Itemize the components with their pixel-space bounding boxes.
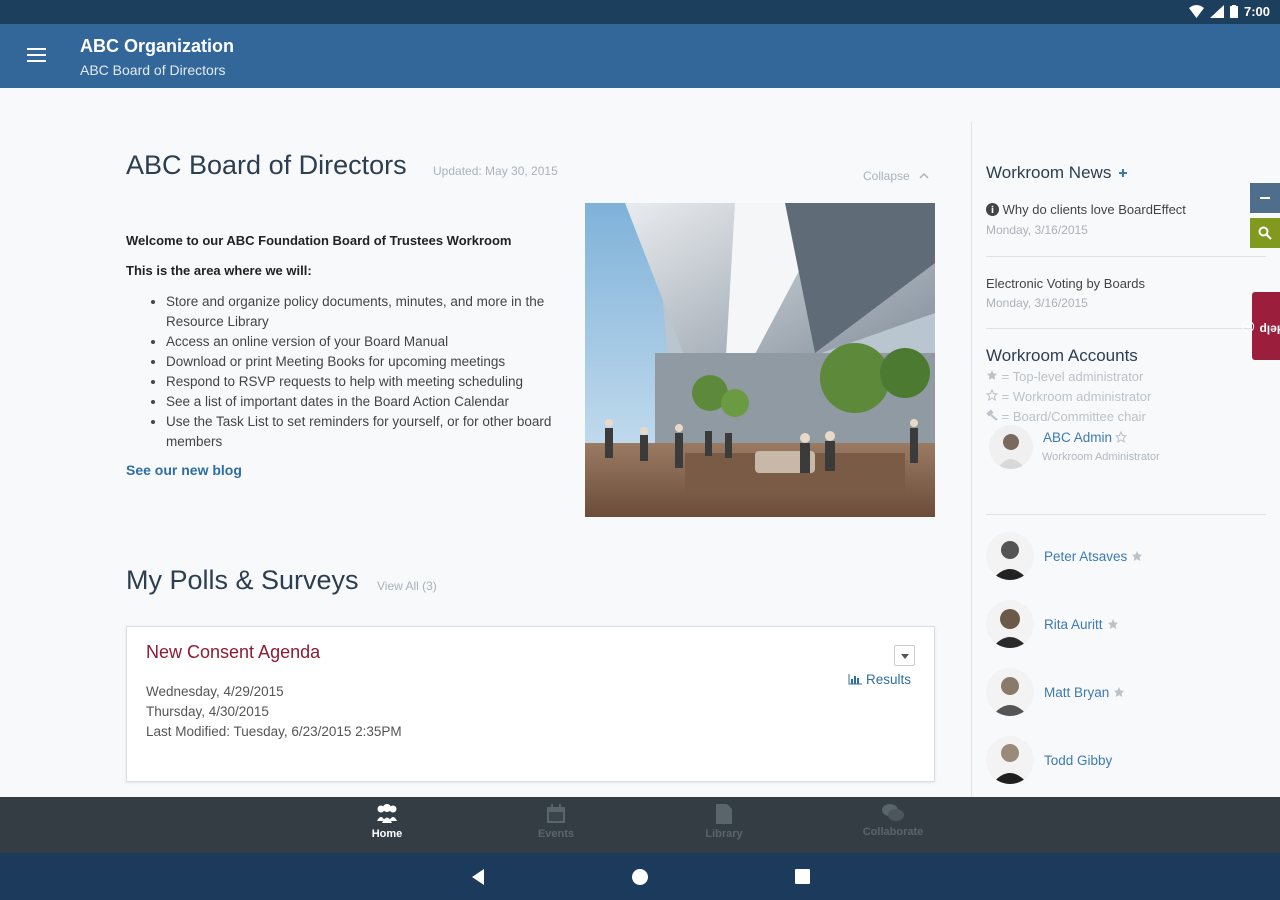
results-label: Results: [866, 672, 912, 687]
news-heading: Workroom News: [986, 163, 1128, 183]
list-item: Store and organize policy documents, min…: [166, 292, 588, 332]
system-nav-bar: [0, 853, 1280, 900]
search-icon: [1258, 226, 1272, 240]
list-item: Use the Task List to set reminders for y…: [166, 412, 588, 452]
people-icon: [377, 804, 397, 823]
member-name[interactable]: Todd Gibby: [1044, 753, 1112, 768]
news-item-2[interactable]: Electronic Voting by Boards: [986, 276, 1145, 291]
star-filled-icon: [987, 370, 997, 380]
poll-dates: Wednesday, 4/29/2015 Thursday, 4/30/2015…: [146, 682, 402, 742]
page-title: ABC Board of Directors: [126, 150, 407, 180]
poll-date-1: Wednesday, 4/29/2015: [146, 684, 284, 699]
welcome-heading: Welcome to our ABC Foundation Board of T…: [126, 233, 512, 248]
plus-icon[interactable]: [1118, 168, 1128, 178]
right-sidebar: Workroom News Why do clients love BoardE…: [972, 88, 1280, 797]
gavel-icon: [986, 409, 998, 421]
main-content: ABC Board of Directors Updated: May 30, …: [0, 88, 970, 797]
collapse-label: Collapse: [863, 169, 910, 183]
polls-heading: My Polls & Surveys: [126, 565, 359, 595]
nav-collaborate[interactable]: Collaborate: [853, 803, 933, 838]
updated-date: Updated: May 30, 2015: [433, 164, 558, 178]
avatar: [986, 668, 1034, 716]
member-row: Rita Auritt: [986, 600, 1119, 648]
collapse-button[interactable]: Collapse: [863, 169, 929, 183]
search-button[interactable]: [1250, 218, 1280, 248]
status-time: 7:00: [1243, 4, 1270, 19]
nav-label: Home: [371, 828, 403, 840]
list-item: Download or print Meeting Books for upco…: [166, 352, 588, 372]
results-link[interactable]: Results: [848, 672, 911, 687]
minimize-panel-button[interactable]: [1250, 183, 1280, 213]
signal-icon: [1209, 5, 1224, 18]
chevron-up-icon: [919, 172, 929, 179]
status-bar: 7:00: [0, 0, 1280, 24]
bottom-nav: Home Events Library Collaborate: [0, 797, 1280, 853]
chat-icon: [882, 804, 904, 821]
nav-home[interactable]: Home: [347, 803, 427, 840]
divider: [986, 328, 1266, 329]
nav-label: Collaborate: [862, 826, 924, 838]
accounts-heading: Workroom Accounts: [986, 346, 1138, 365]
star-filled-icon: [1114, 687, 1125, 697]
battery-icon: [1229, 5, 1238, 18]
bar-chart-icon: [848, 674, 862, 685]
area-intro: This is the area where we will:: [126, 263, 312, 278]
member-row: Peter Atsaves: [986, 532, 1143, 580]
avatar: [986, 600, 1034, 648]
star-filled-icon: [1132, 551, 1143, 561]
nav-label: Library: [705, 828, 743, 840]
poll-card: New Consent Agenda Results Wednesday, 4/…: [126, 626, 935, 782]
poll-dropdown-button[interactable]: [894, 645, 915, 666]
nav-label: Events: [537, 828, 575, 840]
recents-square-icon[interactable]: [794, 868, 811, 885]
blog-link[interactable]: See our new blog: [126, 462, 242, 478]
atrium-image: [585, 203, 935, 517]
member-name[interactable]: Peter Atsaves: [1044, 549, 1127, 564]
app-bar: ABC Organization ABC Board of Directors: [0, 24, 1280, 88]
list-item: See a list of important dates in the Boa…: [166, 392, 588, 412]
poll-title[interactable]: New Consent Agenda: [146, 642, 320, 663]
divider: [986, 256, 1266, 257]
divider: [986, 514, 1266, 515]
calendar-icon: [547, 804, 565, 823]
news-item-1[interactable]: Why do clients love BoardEffect: [986, 202, 1186, 217]
legend-chair: = Board/Committee chair: [986, 409, 1146, 424]
info-circle-icon: [986, 203, 999, 216]
admin-name[interactable]: ABC Admin: [1043, 430, 1112, 445]
member-name[interactable]: Matt Bryan: [1044, 685, 1109, 700]
legend-workroom-admin: = Workroom administrator: [985, 388, 1151, 404]
legend-top-admin: = Top-level administrator: [986, 369, 1143, 384]
nav-library[interactable]: Library: [684, 803, 764, 840]
admin-role: Workroom Administrator: [1042, 451, 1160, 463]
view-all-link[interactable]: View All (3): [377, 579, 437, 593]
star-filled-icon: [1107, 619, 1118, 629]
list-item: Access an online version of your Board M…: [166, 332, 588, 352]
avatar: [986, 736, 1034, 784]
home-circle-icon[interactable]: [631, 868, 649, 886]
status-icons: 7:00: [1188, 4, 1270, 19]
star-outline-icon: [985, 388, 999, 402]
help-tab[interactable]: ⓘ Help: [1242, 292, 1280, 360]
nav-events[interactable]: Events: [516, 803, 596, 840]
wifi-icon: [1188, 5, 1204, 18]
back-icon[interactable]: [470, 868, 486, 886]
avatar: [986, 532, 1034, 580]
member-row: Todd Gibby: [986, 736, 1112, 784]
member-name[interactable]: Rita Auritt: [1044, 617, 1103, 632]
app-subtitle: ABC Board of Directors: [80, 62, 226, 78]
list-item: Respond to RSVP requests to help with me…: [166, 372, 588, 392]
star-outline-icon: [1115, 431, 1128, 443]
app-title: ABC Organization: [80, 36, 235, 56]
help-label: ⓘ Help: [1241, 320, 1280, 337]
news-date-2: Monday, 3/16/2015: [986, 296, 1088, 310]
avatar: [989, 425, 1033, 469]
news-date-1: Monday, 3/16/2015: [986, 223, 1088, 237]
hamburger-menu-icon[interactable]: [22, 44, 50, 68]
minus-icon: [1260, 197, 1270, 199]
feature-list: Store and organize policy documents, min…: [148, 292, 588, 452]
poll-last-modified: Last Modified: Tuesday, 6/23/2015 2:35PM: [146, 724, 402, 739]
member-row: Matt Bryan: [986, 668, 1125, 716]
poll-date-2: Thursday, 4/30/2015: [146, 704, 269, 719]
document-icon: [716, 804, 732, 824]
